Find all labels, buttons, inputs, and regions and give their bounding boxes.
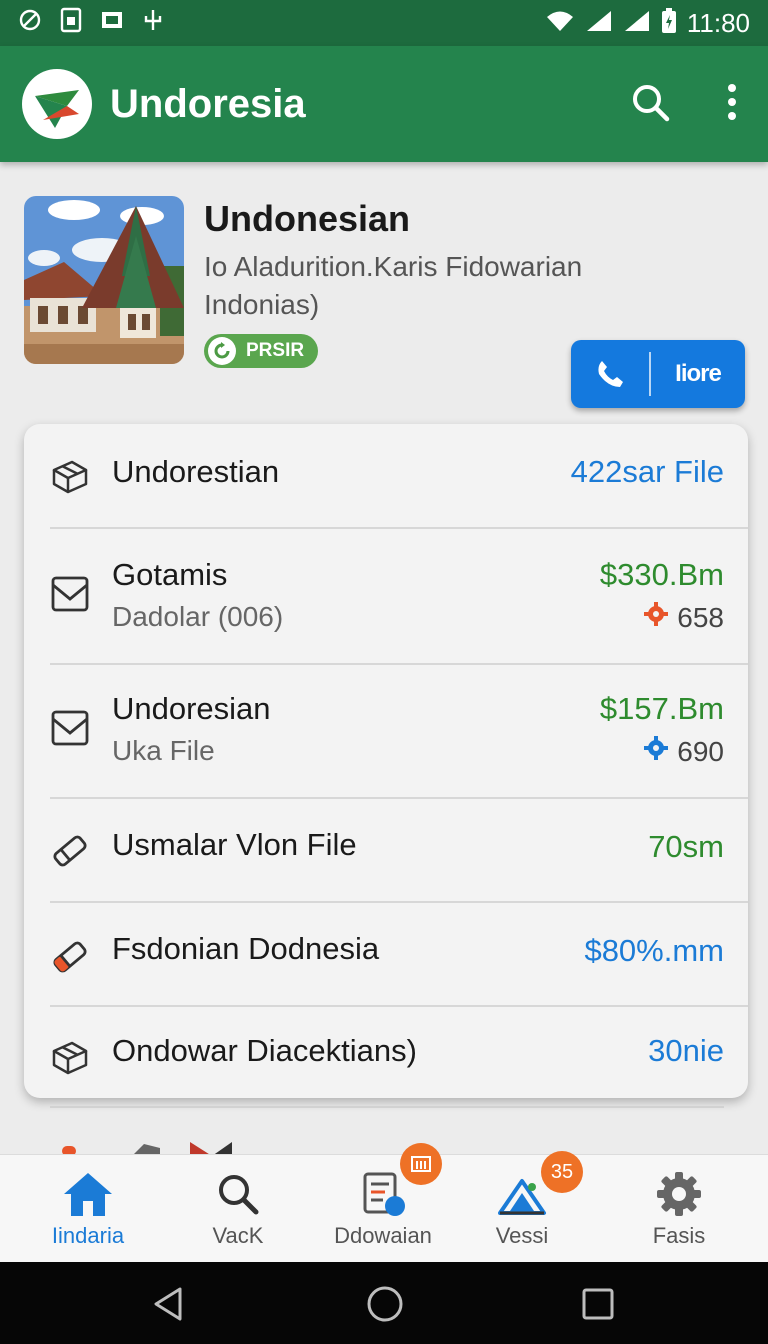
list-item-title: Undoresian: [112, 691, 271, 726]
nav-item-home[interactable]: Iindaria: [13, 1155, 163, 1263]
list-item[interactable]: Gotamis Dadolar (006) $330.Bm 658: [24, 529, 748, 663]
sim-card-icon: [60, 7, 82, 39]
list-icon: [400, 1143, 442, 1185]
gear-icon: [643, 601, 669, 634]
screenshot-icon: [100, 9, 124, 37]
search-icon[interactable]: [630, 82, 670, 127]
call-button[interactable]: Iiore: [571, 340, 745, 408]
back-icon[interactable]: [146, 1282, 190, 1326]
list-item-value: $330.Bm: [599, 557, 724, 592]
divider: [50, 1106, 724, 1108]
bottom-navigation: Iindaria VacK Ddowaian 35 Vessi Fasis: [0, 1143, 768, 1263]
nav-item-documents[interactable]: Ddowaian: [308, 1143, 458, 1263]
list-item-title: Undorestian: [112, 454, 280, 489]
recents-icon[interactable]: [576, 1282, 620, 1326]
nav-label: VacK: [212, 1223, 264, 1248]
call-button-label: Iiore: [675, 360, 722, 387]
search-icon: [211, 1167, 265, 1221]
home-icon: [61, 1167, 115, 1221]
list-item-title: Fsdonian Dodnesia: [112, 931, 380, 966]
battery-icon: [661, 7, 677, 39]
more-vert-icon[interactable]: [726, 82, 738, 127]
nav-item-search[interactable]: VacK: [163, 1155, 313, 1263]
refresh-icon: [208, 337, 236, 365]
eraser-icon: [48, 935, 92, 979]
phone-icon: [571, 340, 649, 408]
system-navigation: [0, 1262, 768, 1344]
settings-icon: [652, 1167, 706, 1221]
gear-icon: [643, 735, 669, 768]
nav-item-stats[interactable]: 35 Vessi: [447, 1151, 597, 1263]
profile-header: Undonesian Io Aladurition.Karis Fidowari…: [24, 196, 748, 416]
list-item-title: Gotamis: [112, 557, 228, 592]
wifi-icon: [545, 9, 575, 38]
notification-badge: 35: [541, 1151, 583, 1193]
list-item-title: Ondowar Diacektians): [112, 1033, 417, 1068]
status-bar: 11:80: [0, 0, 768, 46]
status-badge[interactable]: PRSIR: [204, 334, 319, 368]
badge-label: PRSIR: [246, 340, 305, 361]
nav-label: Ddowaian: [334, 1223, 432, 1248]
usb-icon: [142, 8, 164, 38]
temple-thumbnail[interactable]: [24, 196, 184, 364]
app-title: Undoresia: [110, 81, 306, 126]
mail-icon: [48, 705, 92, 749]
list-item-count: 690: [677, 735, 724, 767]
nav-item-settings[interactable]: Fasis: [604, 1155, 754, 1263]
signal-icon: [585, 9, 613, 38]
mail-icon: [48, 571, 92, 615]
list-item[interactable]: Undoresian Uka File $157.Bm 690: [24, 665, 748, 797]
list-item[interactable]: Fsdonian Dodnesia $80%.mm: [24, 903, 748, 1005]
list-item-count: 658: [677, 601, 724, 633]
home-circle-icon[interactable]: [363, 1282, 407, 1326]
package-icon: [48, 454, 92, 498]
package-icon: [48, 1035, 92, 1079]
list-item-value: $157.Bm: [599, 691, 724, 726]
status-time: 11:80: [686, 7, 750, 38]
list-item-value: 422sar File: [570, 454, 724, 489]
signal-icon: [623, 9, 651, 38]
list-item[interactable]: Ondowar Diacektians) 30nie: [24, 1007, 748, 1098]
list-item-value: 70sm: [648, 829, 724, 864]
list-item-value: $80%.mm: [584, 933, 724, 968]
list-item[interactable]: Usmalar Vlon File 70sm: [24, 799, 748, 901]
nav-label: Fasis: [652, 1223, 706, 1248]
list-item-subtitle: Uka File: [112, 735, 215, 766]
app-bar: Undoresia: [0, 46, 768, 162]
nav-label: Vessi: [495, 1223, 549, 1248]
list-item-subtitle: Dadolar (006): [112, 601, 284, 632]
nav-label: Iindaria: [51, 1223, 125, 1248]
list-item-value: 30nie: [648, 1033, 724, 1068]
list-item[interactable]: Undorestian 422sar File: [24, 424, 748, 528]
list-item-title: Usmalar Vlon File: [112, 827, 357, 862]
document-icon: [356, 1167, 410, 1221]
page-title: Undonesian: [204, 198, 411, 239]
page-subtitle: Io Aladurition.Karis Fidowarian Indonias…: [204, 251, 583, 320]
item-list: Undorestian 422sar File Gotamis Dadolar …: [24, 424, 748, 1098]
no-sim-icon: [18, 8, 42, 38]
eraser-icon: [48, 829, 92, 873]
app-logo-icon[interactable]: [22, 69, 92, 139]
